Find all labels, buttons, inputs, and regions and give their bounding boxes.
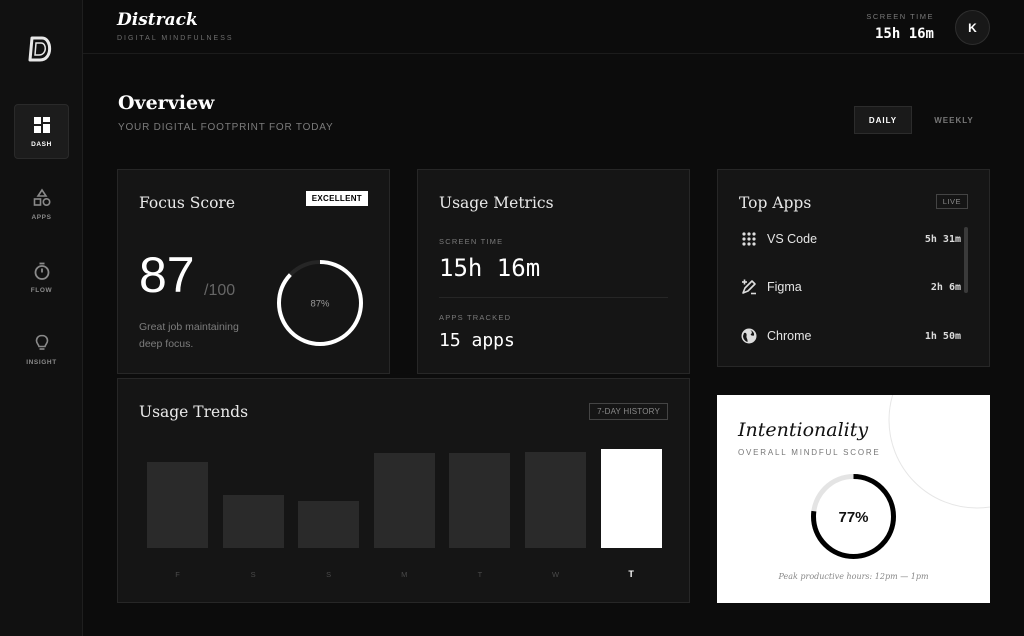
metrics-divider <box>439 297 668 298</box>
sidebar-item-label: INSIGHT <box>26 359 57 366</box>
avatar[interactable]: K <box>955 10 990 45</box>
apps-shapes-icon <box>33 188 51 207</box>
intentionality-progress-ring: 77% <box>811 474 896 559</box>
page-subtitle: YOUR DIGITAL FOOTPRINT FOR TODAY <box>118 122 334 133</box>
usage-metrics-title: Usage Metrics <box>439 194 554 212</box>
header-screen-time-label: SCREEN TIME <box>866 12 934 21</box>
trend-bar[interactable] <box>373 453 435 548</box>
brand-name: Distrack <box>117 10 198 30</box>
intentionality-footer: Peak productive hours: 12pm — 1pm <box>778 572 929 581</box>
focus-score-title: Focus Score <box>139 194 235 212</box>
app-name: Chrome <box>767 329 812 343</box>
sidebar-item-label: APPS <box>31 214 52 221</box>
intentionality-title: Intentionality <box>738 419 869 441</box>
sidebar-item-insight[interactable]: INSIGHT <box>14 322 69 377</box>
distrack-logo-icon[interactable] <box>26 34 56 64</box>
trend-day-label: S <box>326 570 332 579</box>
sidebar-item-label: DASH <box>31 141 52 148</box>
sidebar-item-label: FLOW <box>30 287 53 294</box>
trend-day-label: M <box>401 570 408 579</box>
usage-metrics-card: Usage Metrics SCREEN TIME 15h 16m APPS T… <box>417 169 690 374</box>
trend-day-label: F <box>175 570 180 579</box>
sidebar-item-flow[interactable]: FLOW <box>14 250 69 305</box>
focus-score-max: /100 <box>204 282 236 299</box>
globe-icon <box>739 326 759 346</box>
app-time: 1h 50m <box>924 330 961 342</box>
header-screen-time-value: 15h 16m <box>874 26 934 42</box>
focus-score-card: Focus Score EXCELLENT 87 /100 Great job … <box>117 169 390 374</box>
trend-day-label: T <box>628 569 634 579</box>
top-apps-title: Top Apps <box>739 194 812 212</box>
weekly-toggle-button[interactable]: WEEKLY <box>920 106 988 134</box>
trend-day-label: T <box>477 570 483 579</box>
focus-ring-label: 87% <box>310 299 330 310</box>
focus-progress-ring: 87% <box>277 260 363 346</box>
metrics-apps-tracked-value: 15 apps <box>439 330 515 351</box>
focus-status-badge: EXCELLENT <box>305 191 368 206</box>
pen-tool-icon <box>739 277 759 297</box>
top-header: Distrack DIGITAL MINDFULNESS SCREEN TIME… <box>83 0 1024 54</box>
brand-tagline: DIGITAL MINDFULNESS <box>117 35 234 42</box>
app-row-vscode[interactable]: VS Code 5h 31m <box>739 229 961 249</box>
grid-dots-icon <box>739 229 759 249</box>
metrics-apps-tracked-label: APPS TRACKED <box>439 313 512 322</box>
app-name: Figma <box>767 280 802 294</box>
lightbulb-icon <box>35 334 48 350</box>
top-apps-scrollbar[interactable] <box>964 227 968 293</box>
trend-bar[interactable] <box>600 449 662 548</box>
trend-day-label: S <box>250 570 256 579</box>
sidebar-item-dash[interactable]: DASH <box>14 104 69 159</box>
trend-bar[interactable] <box>222 494 284 548</box>
trend-bar[interactable] <box>525 451 586 548</box>
page-title: Overview <box>118 92 215 114</box>
intentionality-score: 77% <box>838 509 868 526</box>
intentionality-card: Intentionality OVERALL MINDFUL SCORE 77%… <box>717 395 990 603</box>
live-badge: LIVE <box>935 194 968 209</box>
daily-toggle-button[interactable]: DAILY <box>854 106 912 134</box>
app-name: VS Code <box>767 232 818 246</box>
usage-trends-card: Usage Trends 7-DAY HISTORY FSSMTWT <box>117 378 690 603</box>
focus-score-message: Great job maintaining deep focus. <box>139 321 239 350</box>
intentionality-subtitle: OVERALL MINDFUL SCORE <box>738 448 881 457</box>
app-time: 5h 31m <box>924 233 961 245</box>
trend-bar-chart: FSSMTWT <box>118 379 691 604</box>
focus-score-value: 87 <box>139 247 195 303</box>
stopwatch-icon <box>34 262 49 280</box>
dashboard-icon <box>33 117 50 133</box>
trend-day-label: W <box>551 570 560 579</box>
app-row-figma[interactable]: Figma 2h 6m <box>739 277 961 297</box>
metrics-screen-time-label: SCREEN TIME <box>439 237 504 246</box>
app-time: 2h 6m <box>930 281 961 293</box>
trend-bar[interactable] <box>449 453 511 548</box>
trend-bar[interactable] <box>298 501 360 548</box>
app-row-chrome[interactable]: Chrome 1h 50m <box>739 326 961 346</box>
top-apps-card: Top Apps LIVE VS Code 5h 31m Figma 2h 6m… <box>717 169 990 367</box>
sidebar-item-apps[interactable]: APPS <box>14 177 69 232</box>
trend-bar[interactable] <box>147 462 208 548</box>
sidebar: DASH APPS FLOW INSIGHT <box>0 0 83 636</box>
app-root: DASH APPS FLOW INSIGHT Distrack DIGITAL … <box>0 0 1024 636</box>
metrics-screen-time-value: 15h 16m <box>439 254 541 282</box>
